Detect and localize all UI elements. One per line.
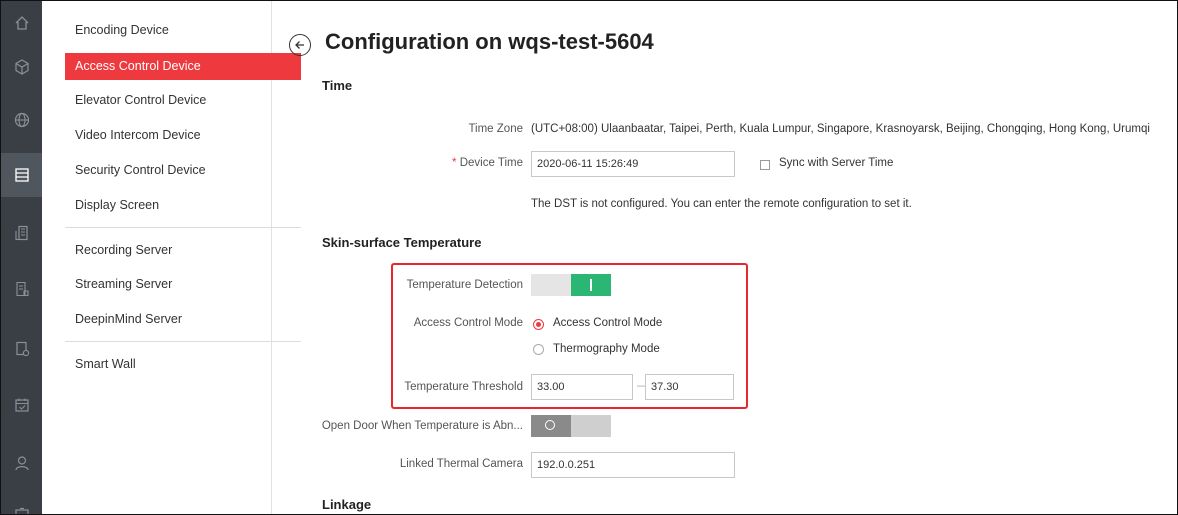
toggle-on-mark-icon [590, 279, 592, 291]
rail-report[interactable] [1, 267, 42, 311]
device-list-icon [14, 168, 29, 182]
rail-id-card[interactable] [1, 493, 42, 514]
temperature-detection-toggle[interactable] [531, 274, 611, 296]
device-type-nav: Encoding Device Access Control Device El… [42, 1, 301, 514]
time-zone-value: (UTC+08:00) Ulaanbaatar, Taipei, Perth, … [531, 123, 1150, 135]
section-title-linkage: Linkage [322, 497, 372, 512]
device-time-label: * Device Time [452, 157, 523, 169]
nav-item-elevator-control-device[interactable]: Elevator Control Device [65, 87, 301, 114]
nav-item-smart-wall[interactable]: Smart Wall [65, 351, 301, 378]
report-icon [15, 281, 29, 297]
radio-thermography-mode-label: Thermography Mode [553, 343, 660, 355]
radio-thermography-mode[interactable] [533, 344, 544, 355]
nav-item-display-screen[interactable]: Display Screen [65, 192, 301, 219]
dst-note: The DST is not configured. You can enter… [531, 198, 912, 210]
temperature-detection-label: Temperature Detection [406, 279, 523, 291]
threshold-high-input[interactable]: 37.30 [645, 374, 734, 400]
back-button[interactable] [289, 34, 311, 56]
toggle-track-on [571, 415, 611, 437]
person-icon [14, 456, 29, 471]
device-time-label-text: Device Time [459, 157, 523, 169]
nav-item-security-control-device[interactable]: Security Control Device [65, 157, 301, 184]
nav-divider [65, 227, 301, 228]
section-title-skin-temperature: Skin-surface Temperature [322, 235, 482, 250]
required-marker: * [452, 157, 457, 169]
radio-access-control-mode[interactable] [533, 319, 544, 330]
toggle-off-mark-icon [545, 420, 555, 430]
rail-device-list[interactable] [1, 153, 42, 197]
rail-building[interactable] [1, 211, 42, 255]
access-control-mode-label: Access Control Mode [413, 317, 523, 329]
radio-access-control-mode-label: Access Control Mode [553, 317, 663, 329]
app-window: Encoding Device Access Control Device El… [0, 0, 1178, 515]
temperature-threshold-label: Temperature Threshold [404, 381, 523, 393]
cube-icon [14, 59, 29, 75]
rail-cube[interactable] [1, 45, 42, 89]
toggle-track-off [531, 415, 571, 437]
nav-item-encoding-device[interactable]: Encoding Device [65, 17, 301, 44]
time-zone-label: Time Zone [468, 123, 523, 135]
icon-rail [1, 1, 42, 514]
toggle-track-off [531, 274, 571, 296]
threshold-low-input[interactable]: 33.00 [531, 374, 633, 400]
nav-item-streaming-server[interactable]: Streaming Server [65, 271, 301, 298]
rail-person[interactable] [1, 441, 42, 485]
nav-item-recording-server[interactable]: Recording Server [65, 237, 301, 264]
sync-server-time-checkbox[interactable] [760, 160, 770, 170]
rail-log[interactable] [1, 327, 42, 371]
sync-server-time-label: Sync with Server Time [779, 157, 894, 169]
nav-item-deepinmind-server[interactable]: DeepinMind Server [65, 306, 301, 333]
page-title: Configuration on wqs-test-5604 [325, 29, 654, 54]
building-icon [14, 225, 28, 241]
rail-globe[interactable] [1, 98, 42, 142]
rail-home[interactable] [1, 1, 42, 45]
open-door-abnormal-label: Open Door When Temperature is Abn... [321, 420, 523, 432]
section-title-time: Time [322, 78, 353, 93]
rail-calendar[interactable] [1, 383, 42, 427]
nav-item-video-intercom-device[interactable]: Video Intercom Device [65, 122, 301, 149]
open-door-abnormal-toggle[interactable] [531, 415, 611, 437]
toggle-track-on [571, 274, 611, 296]
linked-thermal-camera-field[interactable]: 192.0.0.251 [531, 452, 735, 478]
nav-divider [65, 341, 301, 342]
linked-thermal-camera-label: Linked Thermal Camera [399, 458, 523, 470]
globe-icon [14, 112, 29, 128]
home-icon [15, 16, 28, 30]
nav-item-access-control-device[interactable]: Access Control Device [65, 53, 301, 80]
id-card-icon [14, 507, 29, 514]
device-time-field[interactable]: 2020-06-11 15:26:49 [531, 151, 735, 177]
main-content: Configuration on wqs-test-5604 Time Time… [272, 1, 1177, 514]
arrow-left-icon [295, 41, 304, 49]
calendar-icon [14, 398, 29, 412]
log-icon [15, 341, 29, 357]
